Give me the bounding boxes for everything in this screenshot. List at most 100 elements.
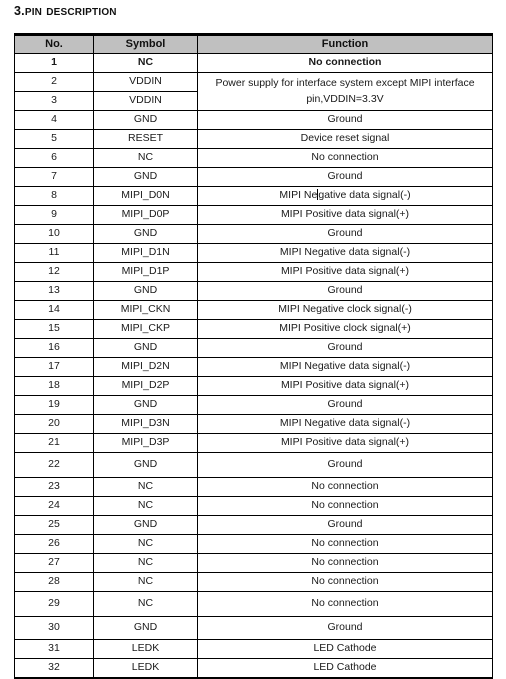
cell-symbol: MIPI_D1P (93, 262, 198, 282)
cell-pin-number: 3 (14, 91, 94, 111)
column-header-symbol: Symbol (93, 33, 198, 54)
table-row: 25 GND Ground (14, 515, 493, 535)
cell-symbol: NC (93, 572, 198, 592)
cell-symbol: NC (93, 496, 198, 516)
cell-symbol: MIPI_D3P (93, 433, 198, 453)
table-row: 21 MIPI_D3P MIPI Positive data signal(+) (14, 433, 493, 453)
cell-function: No connection (197, 477, 493, 497)
section-number: 3. (14, 4, 25, 18)
cell-function: No connection (197, 53, 493, 73)
cell-function: MIPI Negative data signal(-) (197, 357, 493, 377)
cell-pin-number: 19 (14, 395, 94, 415)
table-row: 14 MIPI_CKN MIPI Negative clock signal(-) (14, 300, 493, 320)
cell-symbol: MIPI_D2P (93, 376, 198, 396)
cell-function: No connection (197, 553, 493, 573)
cell-symbol: NC (93, 534, 198, 554)
table-row: 11 MIPI_D1N MIPI Negative data signal(-) (14, 243, 493, 263)
cell-pin-number: 14 (14, 300, 94, 320)
cell-function: Power supply for interface system except… (197, 72, 493, 111)
table-row: 7 GND Ground (14, 167, 493, 187)
cell-function: MIPI Negative data signal(-) (197, 186, 493, 206)
table-row: 18 MIPI_D2P MIPI Positive data signal(+) (14, 376, 493, 396)
cell-pin-number: 6 (14, 148, 94, 168)
cell-pin-number: 27 (14, 553, 94, 573)
cell-pin-number: 11 (14, 243, 94, 263)
cell-symbol: MIPI_D1N (93, 243, 198, 263)
cell-function: MIPI Positive data signal(+) (197, 205, 493, 225)
cell-symbol: GND (93, 452, 198, 478)
cell-symbol: VDDIN (93, 91, 198, 111)
table-row: 26 NC No connection (14, 534, 493, 554)
table-row: 30 GND Ground (14, 616, 493, 640)
cell-pin-number: 1 (14, 53, 94, 73)
text-cursor-caret (317, 189, 319, 201)
cell-function: MIPI Negative data signal(-) (197, 243, 493, 263)
table-row: 2 VDDIN Power supply for interface system … (14, 72, 493, 111)
cell-pin-number: 29 (14, 591, 94, 617)
cell-function: MIPI Negative clock signal(-) (197, 300, 493, 320)
cell-function: MIPI Positive data signal(+) (197, 433, 493, 453)
cell-pin-number: 21 (14, 433, 94, 453)
cell-symbol: GND (93, 395, 198, 415)
cell-symbol: MIPI_CKN (93, 300, 198, 320)
cell-pin-number: 23 (14, 477, 94, 497)
cell-symbol: NC (93, 53, 198, 73)
cell-function: No connection (197, 496, 493, 516)
cell-pin-number: 30 (14, 616, 94, 640)
cell-pin-number: 2 (14, 72, 94, 92)
cell-function: MIPI Positive data signal(+) (197, 262, 493, 282)
cell-pin-number: 28 (14, 572, 94, 592)
cell-function: Ground (197, 395, 493, 415)
cell-function: Device reset signal (197, 129, 493, 149)
table-row: 29 NC No connection (14, 591, 493, 617)
table-row: 9 MIPI_D0P MIPI Positive data signal(+) (14, 205, 493, 225)
table-header: No. Symbol Function (14, 33, 493, 54)
cell-function: MIPI Negative data signal(-) (197, 414, 493, 434)
cell-symbol: VDDIN (93, 72, 198, 92)
cell-pin-number: 20 (14, 414, 94, 434)
table-body: 1 NC No connection 2 VDDIN Power supply for i… (14, 53, 493, 679)
table-row: 17 MIPI_D2N MIPI Negative data signal(-) (14, 357, 493, 377)
cell-pin-number: 24 (14, 496, 94, 516)
cell-symbol: MIPI_D2N (93, 357, 198, 377)
cell-function: Ground (197, 167, 493, 187)
cell-symbol: RESET (93, 129, 198, 149)
cell-symbol: MIPI_D3N (93, 414, 198, 434)
cell-symbol: MIPI_D0P (93, 205, 198, 225)
table-row: 24 NC No connection (14, 496, 493, 516)
cell-function: Ground (197, 224, 493, 244)
cell-function: Ground (197, 338, 493, 358)
page-title: 3.Pin Description (14, 2, 117, 18)
cell-pin-number: 18 (14, 376, 94, 396)
table-row: 1 NC No connection (14, 53, 493, 73)
pin-description-table-container: No. Symbol Function 1 NC No connection 2 VDD… (14, 33, 493, 679)
cell-symbol: GND (93, 515, 198, 535)
cell-function: Ground (197, 515, 493, 535)
table-row: 22 GND Ground (14, 452, 493, 478)
cell-symbol: LEDK (93, 639, 198, 659)
pin-description-table: No. Symbol Function 1 NC No connection 2 VDD… (14, 33, 493, 679)
cell-pin-number: 32 (14, 658, 94, 679)
cell-function: MIPI Positive clock signal(+) (197, 319, 493, 339)
table-row: 27 NC No connection (14, 553, 493, 573)
table-row: 31 LEDK LED Cathode (14, 639, 493, 659)
table-row: 16 GND Ground (14, 338, 493, 358)
cell-function: MIPI Positive data signal(+) (197, 376, 493, 396)
cell-function: No connection (197, 534, 493, 554)
cell-symbol: GND (93, 167, 198, 187)
table-row: 6 NC No connection (14, 148, 493, 168)
cell-pin-number: 26 (14, 534, 94, 554)
cell-pin-number: 8 (14, 186, 94, 206)
table-row: 28 NC No connection (14, 572, 493, 592)
cell-function: No connection (197, 148, 493, 168)
cell-pin-number: 12 (14, 262, 94, 282)
cell-symbol: NC (93, 591, 198, 617)
table-row: 5 RESET Device reset signal (14, 129, 493, 149)
cell-function: Ground (197, 616, 493, 640)
cell-pin-number: 25 (14, 515, 94, 535)
cell-symbol: GND (93, 224, 198, 244)
table-row: 8 MIPI_D0N MIPI Negative data signal(-) (14, 186, 493, 206)
cell-symbol: GND (93, 338, 198, 358)
cell-function: LED Cathode (197, 658, 493, 679)
cell-function: No connection (197, 572, 493, 592)
